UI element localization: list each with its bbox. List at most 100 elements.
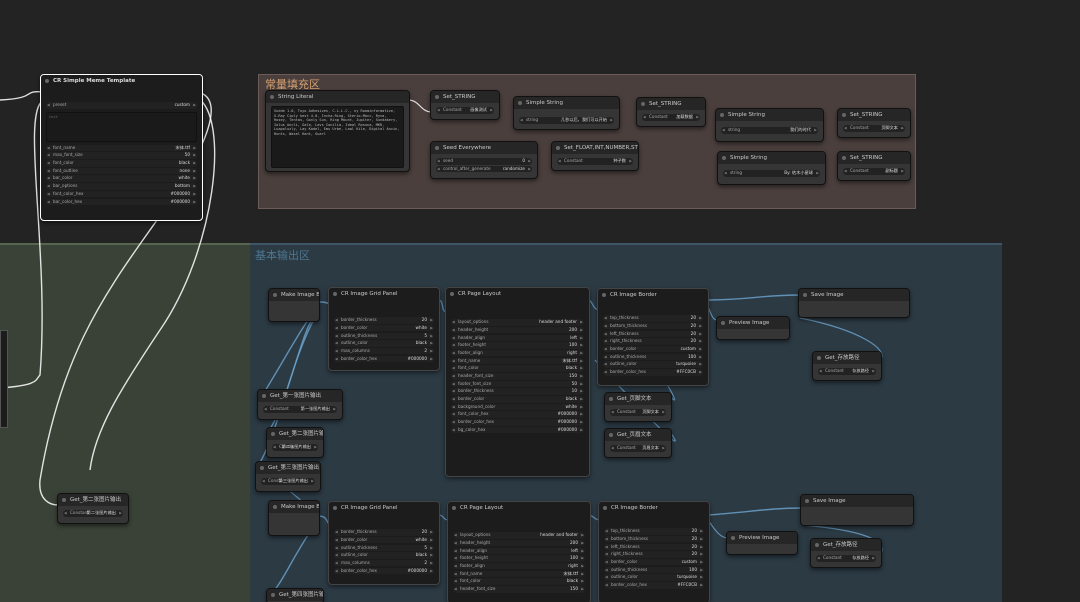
widget-border-color-hex[interactable]: border_color_hex#FFC0CB: [603, 369, 703, 376]
widget-border-color[interactable]: border_colorblack: [451, 396, 584, 403]
node-get-footer-text[interactable]: Get_页脚文本 Constant页脚文本: [604, 392, 672, 422]
string-literal-text[interactable]: Suede 1.0, Toyo Adhesives, C.L.L.C., ny …: [271, 106, 404, 168]
widget-font-name[interactable]: font_name宋体.ttf: [451, 357, 584, 365]
constant-field[interactable]: Constant页眉文本: [610, 445, 666, 452]
node-image-grid-panel-1[interactable]: CR Image Grid Panel border_thickness20bo…: [328, 287, 440, 371]
widget-border-color-hex[interactable]: border_color_hex#000000: [451, 419, 584, 426]
constant-field[interactable]: Consta第三张图片输出: [261, 478, 315, 485]
widget-border-thickness[interactable]: border_thickness10: [451, 388, 584, 395]
widget-bg-color-hex[interactable]: bg_color_hex#000000: [451, 426, 584, 434]
widget-bar-color[interactable]: bar_colorwhite: [46, 175, 197, 182]
node-save-image-1[interactable]: Save Image: [798, 288, 910, 318]
widget-header-height[interactable]: header_height200: [451, 326, 584, 334]
widget-outline-thickness[interactable]: outline_thickness5: [334, 332, 434, 340]
node-get-image-4[interactable]: Get_第四张图片输出: [266, 588, 324, 602]
string-field[interactable]: string我们的时代: [721, 127, 818, 134]
node-image-border-1[interactable]: CR Image Border top_thickness20bottom_th…: [597, 288, 709, 386]
widget-outline-thickness[interactable]: outline_thickness100: [603, 353, 703, 361]
constant-field[interactable]: Constant存放路径: [816, 555, 876, 562]
node-image-grid-panel-2[interactable]: CR Image Grid Panel border_thickness20bo…: [328, 501, 440, 585]
node-set-string-1[interactable]: Set_STRING Constant画像测试: [430, 90, 500, 120]
node-get-image-2[interactable]: Get_第二张图片输出 Consta第二张图片输出: [266, 427, 324, 458]
string-field[interactable]: stringBy: 枯木小星球: [723, 170, 820, 177]
node-set-float[interactable]: Set_FLOAT,INT,NUMBER,STRING Constant种子数: [551, 141, 639, 171]
constant-field[interactable]: Constant页脚文本: [843, 125, 905, 132]
constant-field[interactable]: Consta第二张图片输出: [272, 444, 318, 451]
node-set-string-2[interactable]: Set_STRING Constant加载数据: [636, 97, 706, 127]
node-get-image-1[interactable]: Get_第一张图片输出 Constant第一张图片输出: [257, 389, 343, 420]
widget-right-thickness[interactable]: right_thickness20: [603, 338, 703, 345]
widget-max-columns[interactable]: max_columns2: [334, 347, 434, 355]
widget-font-color[interactable]: font_colorblack: [46, 160, 197, 167]
widget-footer-align[interactable]: footer_alignright: [451, 349, 584, 357]
widget-outline-thickness[interactable]: outline_thickness5: [334, 544, 434, 552]
widget-layout-options[interactable]: layout_optionsheader and footer: [453, 532, 585, 539]
node-set-string-4[interactable]: Set_STRING Constant副标题: [837, 151, 911, 181]
widget-footer-align[interactable]: footer_alignright: [453, 562, 585, 570]
widget-font-outline[interactable]: font_outlinenone: [46, 167, 197, 175]
control-after-generate-field[interactable]: control_after_generaterandomize: [436, 165, 532, 173]
widget-footer-height[interactable]: footer_height100: [451, 342, 584, 349]
node-make-image-batch-1[interactable]: Make Image Batch: [268, 288, 320, 322]
constant-field[interactable]: Constant副标题: [843, 168, 905, 175]
widget-border-color[interactable]: border_colorwhite: [334, 324, 434, 332]
widget-font-color[interactable]: font_colorblack: [451, 365, 584, 372]
widget-layout-options[interactable]: layout_optionsheader and footer: [451, 319, 584, 326]
widget-border-thickness[interactable]: border_thickness20: [334, 529, 434, 536]
node-canvas[interactable]: 常量填充区 基本输出区 CR Simple Meme Template pres…: [0, 0, 1080, 602]
node-simple-meme-template[interactable]: CR Simple Meme Template presetcustom tex…: [40, 74, 203, 221]
widget-header-align[interactable]: header_alignleft: [453, 547, 585, 555]
node-simple-string-3[interactable]: Simple String stringBy: 枯木小星球: [717, 151, 826, 185]
node-page-layout-2[interactable]: CR Page Layout layout_optionsheader and …: [447, 501, 591, 602]
widget-header-font-size[interactable]: header_font_size150: [453, 586, 585, 593]
widget-footer-height[interactable]: footer_height100: [453, 555, 585, 562]
widget-outline-thickness[interactable]: outline_thickness100: [604, 566, 704, 574]
widget-header-height[interactable]: header_height200: [453, 539, 585, 547]
widget-top-thickness[interactable]: top_thickness20: [604, 528, 704, 535]
widget-border-color-hex[interactable]: border_color_hex#FFC0CB: [604, 582, 704, 589]
string-field[interactable]: string几秒以后，我们可以开始: [519, 117, 614, 124]
constant-field[interactable]: Constant种子数: [557, 158, 633, 165]
node-get-save-path-2[interactable]: Get_存放路径 Constant存放路径: [810, 538, 882, 568]
node-get-image-3[interactable]: Get_第三张图片输出 Consta第三张图片输出: [255, 461, 321, 492]
node-make-image-batch-2[interactable]: Make Image Batch: [268, 500, 320, 536]
node-save-image-2[interactable]: Save Image: [800, 494, 914, 526]
seed-field[interactable]: seed0: [436, 158, 532, 165]
constant-field[interactable]: Constant页脚文本: [610, 409, 666, 416]
widget-border-color[interactable]: border_colorwhite: [334, 536, 434, 544]
node-page-layout-1[interactable]: CR Page Layout layout_optionsheader and …: [445, 287, 590, 477]
widget-max-columns[interactable]: max_columns2: [334, 559, 434, 567]
node-preview-image-1[interactable]: Preview Image: [716, 316, 790, 340]
widget-bottom-thickness[interactable]: bottom_thickness20: [604, 535, 704, 543]
widget-border-thickness[interactable]: border_thickness20: [334, 317, 434, 324]
widget-border-color[interactable]: border_colorcustom: [604, 558, 704, 566]
preset-select[interactable]: presetcustom: [46, 102, 197, 109]
widget-footer-font-size[interactable]: footer_font_size50: [451, 380, 584, 388]
widget-bar-color-hex[interactable]: bar_color_hex#000000: [46, 198, 197, 205]
constant-field[interactable]: Constant加载数据: [642, 114, 700, 121]
node-get-image-2-left[interactable]: Get_第二张图片输出 Constant第二张图片输出: [57, 493, 129, 524]
node-string-literal[interactable]: String Literal Suede 1.0, Toyo Adhesives…: [265, 90, 410, 172]
widget-outline-color[interactable]: outline_colorturquoise: [604, 574, 704, 581]
constant-field[interactable]: Constant画像测试: [436, 107, 494, 114]
node-seed-everywhere[interactable]: Seed Everywhere seed0 control_after_gene…: [430, 141, 538, 179]
node-set-string-3[interactable]: Set_STRING Constant页脚文本: [837, 108, 911, 138]
widget-font-color-hex[interactable]: font_color_hex#000000: [46, 190, 197, 198]
widget-font-name[interactable]: font_name宋体.ttf: [46, 144, 197, 152]
widget-font-color-hex[interactable]: font_color_hex#000000: [451, 411, 584, 418]
node-preview-image-2[interactable]: Preview Image: [726, 531, 798, 555]
constant-field[interactable]: Constant第一张图片输出: [263, 406, 337, 413]
group-green[interactable]: [0, 243, 250, 602]
node-get-save-path-1[interactable]: Get_存放路径 Constant存放路径: [812, 351, 882, 381]
widget-font-name[interactable]: font_name宋体.ttf: [453, 570, 585, 578]
node-image-border-2[interactable]: CR Image Border top_thickness20bottom_th…: [598, 501, 710, 602]
widget-font-color[interactable]: font_colorblack: [453, 578, 585, 585]
widget-background-color[interactable]: background_colorwhite: [451, 403, 584, 411]
widget-border-color[interactable]: border_colorcustom: [603, 345, 703, 353]
widget-left-thickness[interactable]: left_thickness20: [604, 543, 704, 551]
widget-border-color-hex[interactable]: border_color_hex#000000: [334, 567, 434, 575]
widget-top-thickness[interactable]: top_thickness20: [603, 315, 703, 322]
widget-bottom-thickness[interactable]: bottom_thickness20: [603, 322, 703, 330]
node-get-header-text[interactable]: Get_页眉文本 Constant页眉文本: [604, 428, 672, 458]
widget-max-font-size[interactable]: max_font_size50: [46, 152, 197, 159]
